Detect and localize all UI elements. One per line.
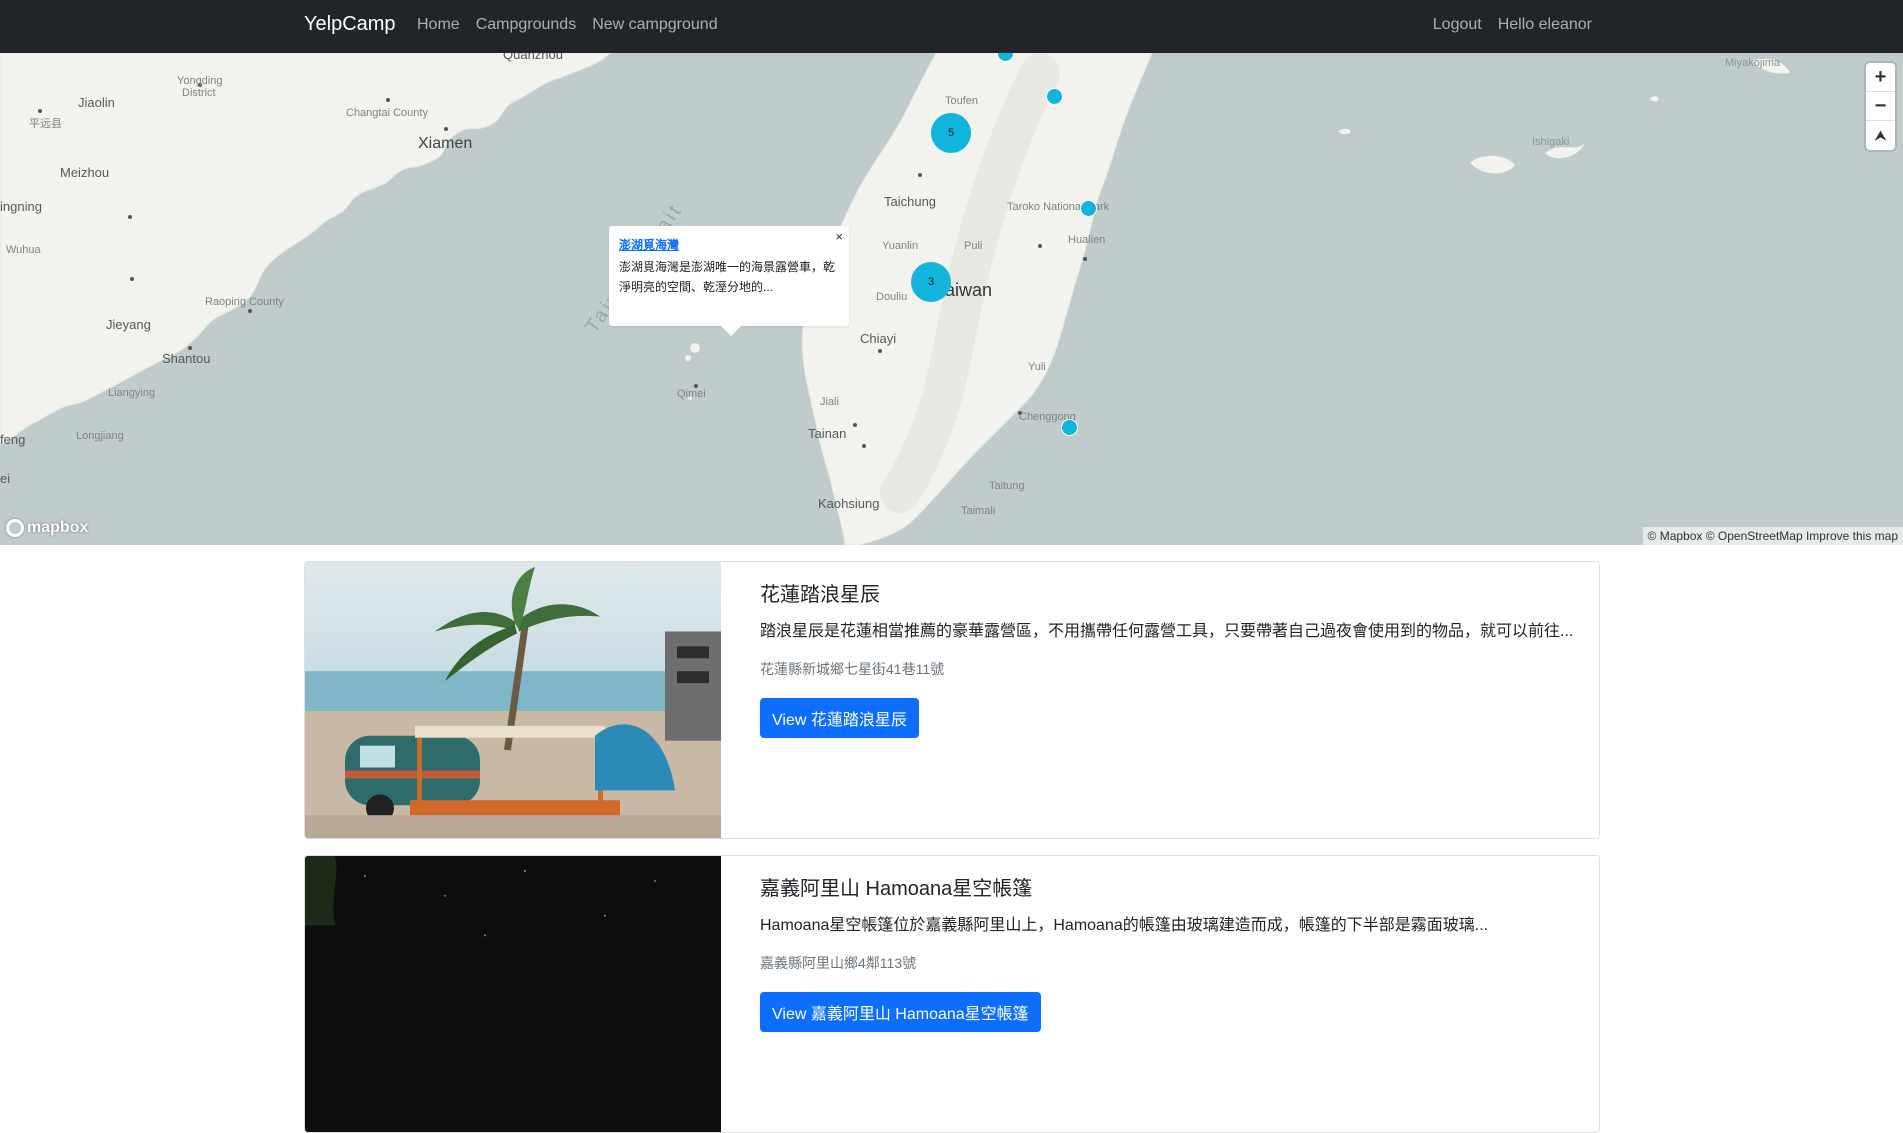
map-label-toufen: Toufen [945,95,979,107]
zoom-in-button[interactable]: + [1866,63,1895,92]
map-label-meizhou: Meizhou [60,165,110,180]
map-label-longjiang: Longjiang [76,430,124,442]
map-label-jiaolin: Jiaolin [78,95,115,110]
campground-image [305,856,721,1132]
campground-title: 花蓮踏浪星辰 [760,584,880,606]
map-label-raoping: Raoping County [205,296,284,308]
map-label-miyakojima: Miyakojima [1725,57,1781,69]
campground-card-body: 嘉義阿里山 Hamoana星空帳篷 Hamoana星空帳篷位於嘉義縣阿里山上，H… [721,856,1599,1032]
nav-links: Home Campgrounds New campground [417,16,718,34]
navbar: YelpCamp Home Campgrounds New campground… [0,0,1903,53]
campground-image [305,562,721,838]
map-label-district: District [182,87,216,99]
map-marker[interactable] [1046,88,1063,105]
map-label-tainan: Tainan [808,426,847,441]
map-label-xiamen: Xiamen [418,135,473,152]
campground-card: 花蓮踏浪星辰 踏浪星辰是花蓮相當推薦的豪華露營區，不用攜帶任何露營工具，只要帶著… [304,561,1600,839]
campground-location: 花蓮縣新城鄉七星街41巷11號 [760,661,945,677]
map-label-feng: feng [0,432,26,447]
nav-user-greeting[interactable]: Hello eleanor [1498,16,1592,34]
map-cluster[interactable]: 3 [911,262,951,302]
campground-location: 嘉義縣阿里山鄉4鄰113號 [760,955,917,971]
map-label-hualien: Hualien [1068,234,1106,246]
mapbox-logo-text: mapbox [27,519,89,536]
map-label-taichung: Taichung [884,194,937,209]
map-label-ishigaki: Ishigaki [1532,136,1570,148]
map-label-qimei: Qimei [677,388,706,400]
map-label-jiali: Jiali [820,396,839,408]
campground-description: 踏浪星辰是花蓮相當推薦的豪華露營區，不用攜帶任何露營工具，只要帶著自己過夜會使用… [760,623,1574,640]
map-label-kaohsiung: Kaohsiung [818,496,880,511]
map-label-changtai: Changtai County [346,107,428,119]
nav-campgrounds[interactable]: Campgrounds [476,16,577,34]
nav-logout[interactable]: Logout [1433,16,1482,34]
map-attribution[interactable]: © Mapbox © OpenStreetMap Improve this ma… [1642,527,1903,545]
map-label-yongding: Yongding [177,75,223,87]
map-label-quanzhou: Quanzhou [503,53,563,62]
map-label-liangying: Liangying [108,387,156,399]
map-label-yuli: Yuli [1028,361,1046,373]
map-marker[interactable] [1061,419,1078,436]
map-label-shantou: Shantou [162,351,211,366]
zoom-out-button[interactable]: − [1866,92,1895,121]
map-label-taimali: Taimali [961,505,996,517]
compass-reset-button[interactable]: ⮝ [1866,121,1895,150]
campground-description: Hamoana星空帳篷位於嘉義縣阿里山上，Hamoana的帳篷由玻璃建造而成，帳… [760,917,1489,934]
map-label-pingyuan: 平远县 [29,118,62,130]
map-navigation-control: + − ⮝ [1866,63,1895,150]
campground-card-body: 花蓮踏浪星辰 踏浪星辰是花蓮相當推薦的豪華露營區，不用攜帶任何露營工具，只要帶著… [721,562,1599,738]
map-label-wuhua: Wuhua [6,244,41,256]
map-popup: × 澎湖覓海灣 澎湖覓海灣是澎湖唯一的海景露營車，乾淨明亮的空間、乾溼分地的..… [609,226,849,336]
map-label-yuanlin: Yuanlin [882,240,919,252]
cluster-map[interactable]: Quanzhou Yongding District Jiaolin 平远县 C… [0,53,1903,545]
mapbox-logo[interactable]: mapbox [6,519,88,537]
map-label-ningning: ingning [0,199,42,214]
view-campground-button[interactable]: View 嘉義阿里山 Hamoana星空帳篷 [760,992,1041,1032]
nav-home[interactable]: Home [417,16,460,34]
view-campground-button[interactable]: View 花蓮踏浪星辰 [760,698,919,738]
map-marker[interactable] [1080,200,1097,217]
map-label-chiayi: Chiayi [860,331,897,346]
campground-title: 嘉義阿里山 Hamoana星空帳篷 [760,878,1033,900]
popup-close-button[interactable]: × [835,229,843,244]
campground-card: 嘉義阿里山 Hamoana星空帳篷 Hamoana星空帳篷位於嘉義縣阿里山上，H… [304,855,1600,1133]
nav-user-links: Logout Hello eleanor [1433,16,1592,34]
map-cluster[interactable]: 5 [931,113,971,153]
map-label-jieyang: Jieyang [106,317,151,332]
map-label-puli: Puli [964,240,983,252]
popup-title-link[interactable]: 澎湖覓海灣 [619,236,839,253]
popup-description: 澎湖覓海灣是澎湖唯一的海景露營車，乾淨明亮的空間、乾溼分地的... [619,260,836,294]
nav-new-campground[interactable]: New campground [592,16,717,34]
map-label-douliu: Douliu [876,291,908,303]
brand-logo[interactable]: YelpCamp [304,13,396,36]
map-label-ei: ei [0,471,11,486]
mapbox-logo-icon [6,519,24,537]
map-label-taitung: Taitung [989,480,1025,492]
